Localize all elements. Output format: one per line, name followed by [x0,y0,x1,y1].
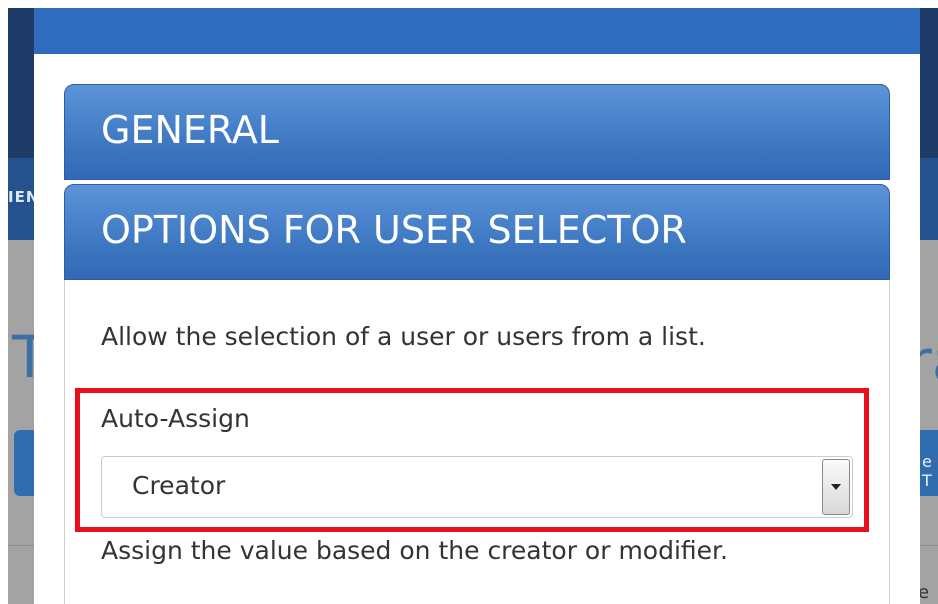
auto-assign-help-text: Assign the value based on the creator or… [101,536,728,565]
section-description: Allow the selection of a user or users f… [101,322,706,351]
section-user-selector-title: OPTIONS FOR USER SELECTOR [101,208,687,252]
section-user-selector-header[interactable]: OPTIONS FOR USER SELECTOR [64,184,890,280]
section-general-header[interactable]: GENERAL [64,84,890,180]
section-general-title: GENERAL [101,108,279,152]
background-button-fragment: e T [922,452,932,490]
modal-header [34,8,920,54]
highlight-annotation-box [75,388,869,532]
